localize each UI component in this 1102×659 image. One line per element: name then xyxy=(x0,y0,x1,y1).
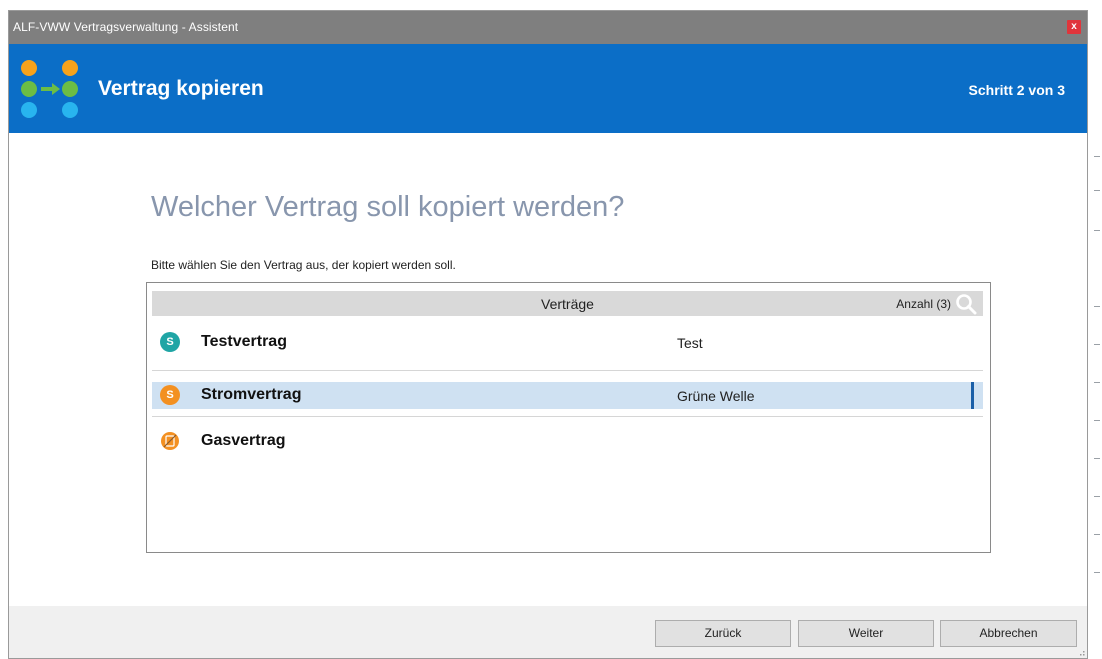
list-item-testvertrag[interactable]: S Testvertrag Test xyxy=(152,329,983,356)
list-item-gasvertrag[interactable]: Gasvertrag xyxy=(152,428,983,455)
strom-icon: S xyxy=(160,385,180,405)
selection-marker xyxy=(971,382,974,409)
contract-name: Testvertrag xyxy=(201,333,287,350)
window-title: ALF-VWW Vertragsverwaltung - Assistent xyxy=(13,20,239,34)
wizard-footer: Zurück Weiter Abbrechen xyxy=(9,606,1087,658)
list-header: Verträge Anzahl (3) xyxy=(152,291,983,316)
page-question: Welcher Vertrag soll kopiert werden? xyxy=(151,191,625,223)
assistant-window: ALF-VWW Vertragsverwaltung - Assistent x… xyxy=(8,10,1088,659)
back-button[interactable]: Zurück xyxy=(655,620,791,647)
desktop-background-right xyxy=(1088,0,1102,659)
resize-grip-icon[interactable] xyxy=(1077,648,1085,656)
list-title: Verträge xyxy=(541,296,594,312)
cancel-button[interactable]: Abbrechen xyxy=(940,620,1077,647)
list-item-stromvertrag[interactable]: S Stromvertrag Grüne Welle xyxy=(152,382,983,409)
instruction-text: Bitte wählen Sie den Vertrag aus, der ko… xyxy=(151,258,456,272)
wizard-header: Vertrag kopieren Schritt 2 von 3 xyxy=(9,44,1087,133)
contract-description: Test xyxy=(677,335,703,351)
desktop-background-left xyxy=(0,0,8,659)
alf-logo xyxy=(21,60,78,118)
strom-icon: S xyxy=(160,332,180,352)
row-divider xyxy=(152,416,983,417)
contract-list[interactable]: Verträge Anzahl (3) S Testvertrag Test S… xyxy=(146,282,991,553)
contract-name: Stromvertrag xyxy=(201,386,302,403)
contract-description: Grüne Welle xyxy=(677,388,755,404)
close-button[interactable]: x xyxy=(1067,20,1081,34)
gas-icon xyxy=(161,432,179,450)
step-indicator: Schritt 2 von 3 xyxy=(968,82,1065,98)
contract-name: Gasvertrag xyxy=(201,432,286,449)
title-bar[interactable]: ALF-VWW Vertragsverwaltung - Assistent x xyxy=(9,11,1087,44)
next-button[interactable]: Weiter xyxy=(798,620,934,647)
search-icon[interactable] xyxy=(955,293,977,315)
row-divider xyxy=(152,370,983,371)
wizard-heading: Vertrag kopieren xyxy=(98,77,264,100)
list-count: Anzahl (3) xyxy=(896,297,951,311)
